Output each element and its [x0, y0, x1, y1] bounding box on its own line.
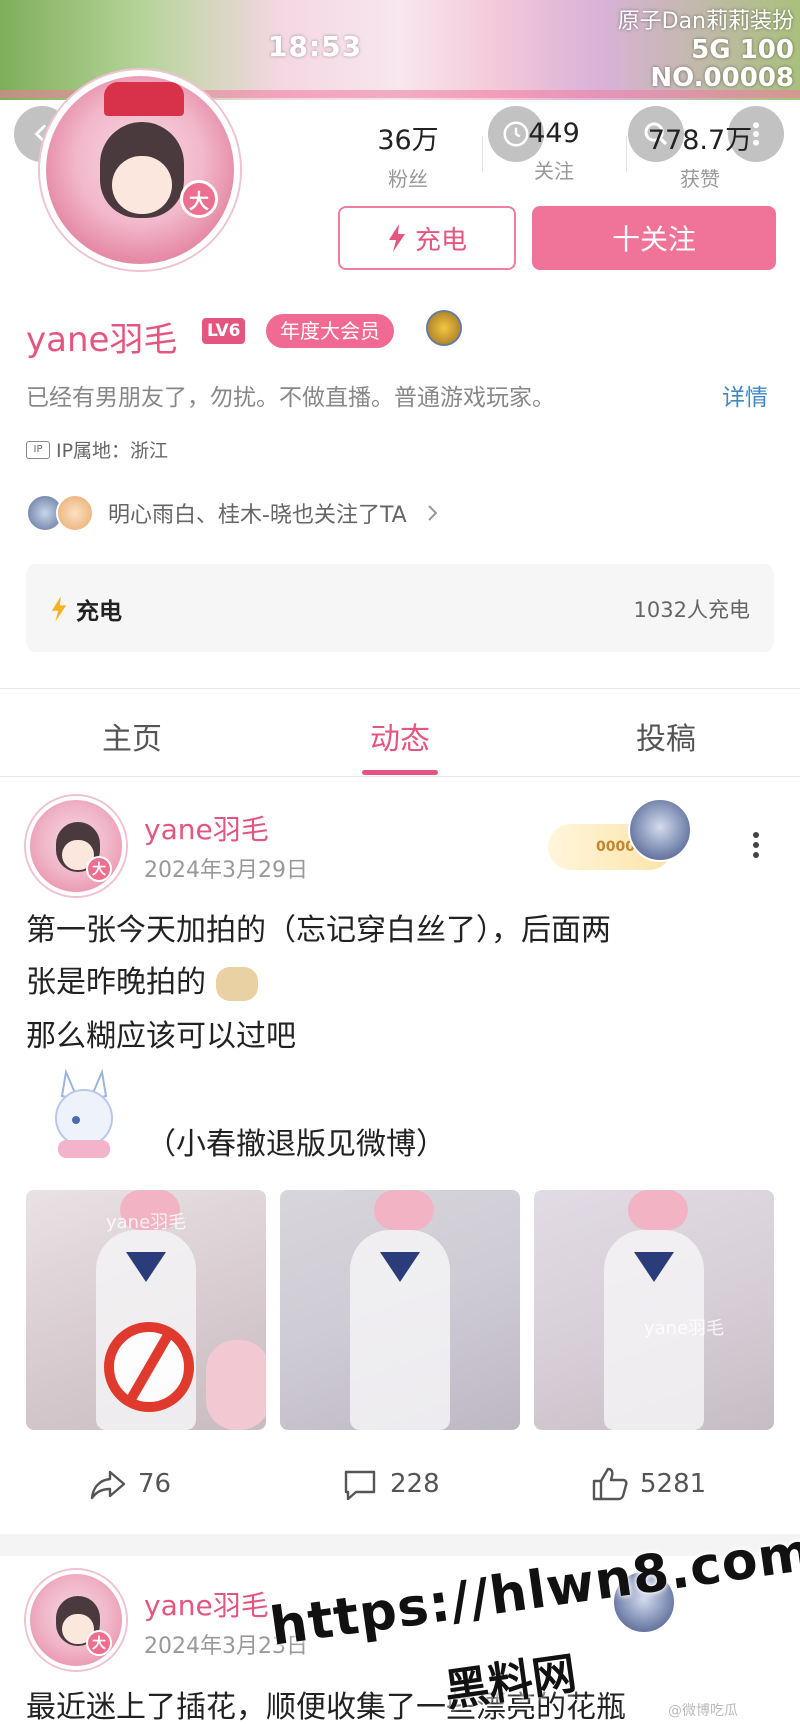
post-image-3[interactable]: yane羽毛	[534, 1190, 774, 1430]
post-image-2[interactable]	[280, 1190, 520, 1430]
like-button[interactable]: 5281	[590, 1464, 706, 1504]
thumbs-up-icon	[592, 1467, 628, 1501]
network-label: 5G	[691, 35, 731, 65]
profile-avatar[interactable]	[40, 70, 240, 270]
stat-divider	[482, 136, 483, 172]
sticker-caption: （小春撤退版见微博）	[146, 1127, 446, 1162]
image-watermark: yane羽毛	[644, 1318, 725, 1339]
post-avatar[interactable]	[26, 796, 126, 896]
share-button[interactable]: 76	[88, 1464, 171, 1504]
follow-button[interactable]: 十关注	[532, 206, 776, 270]
detail-link[interactable]: 详情	[722, 378, 768, 412]
image-watermark: yane羽毛	[106, 1212, 187, 1233]
tab-home[interactable]: 主页	[32, 714, 232, 758]
chevron-right-icon	[428, 505, 438, 521]
sticker-icon	[36, 1066, 132, 1162]
post-text-line: 第一张今天加拍的（忘记穿白丝了），后面两	[26, 913, 611, 948]
stat-following[interactable]: 449 关注	[494, 118, 614, 184]
ip-icon: IP	[26, 440, 50, 459]
lightning-icon	[51, 596, 67, 622]
ip-location-text: IP属地：浙江	[56, 440, 169, 462]
level-badge: LV6	[202, 318, 246, 344]
status-time: 18:53	[268, 30, 363, 63]
tab-indicator	[362, 770, 438, 775]
fans-label: 粉丝	[388, 167, 428, 191]
post-text-line: 张是昨晚拍的	[26, 958, 258, 1008]
medal-icon[interactable]	[426, 310, 462, 346]
corner-watermark: @微博吃瓜	[668, 1703, 738, 1719]
comment-button[interactable]: 228	[340, 1464, 440, 1504]
verified-badge: 大	[180, 180, 218, 218]
stat-likes[interactable]: 778.7万 获赞	[640, 118, 760, 192]
vip-badge[interactable]: 年度大会员	[266, 314, 394, 348]
mutual-follow-text: 明心雨白、桂木-晓也关注了TA	[108, 503, 407, 528]
prohibited-icon	[104, 1322, 194, 1412]
post-text-segment: 张是昨晚拍的	[26, 965, 206, 1000]
charge-card-left: 充电	[50, 592, 122, 626]
likes-count: 778.7万	[647, 125, 753, 156]
more-vertical-icon	[753, 832, 759, 858]
post-avatar[interactable]	[26, 1570, 126, 1670]
bio-text: 已经有男朋友了，勿扰。不做直播。普通游戏玩家。	[26, 385, 555, 411]
following-count: 449	[528, 118, 580, 149]
share-count: 76	[138, 1469, 172, 1499]
following-label: 关注	[534, 159, 574, 183]
mutual-follow-row[interactable]: 明心雨白、桂木-晓也关注了TA	[26, 494, 441, 532]
charge-card-label: 充电	[76, 599, 122, 625]
verified-badge: 大	[86, 1630, 112, 1656]
like-count: 5281	[640, 1469, 707, 1499]
comment-icon	[344, 1470, 376, 1501]
share-icon	[90, 1470, 126, 1500]
avatar-face	[112, 156, 172, 214]
comment-count: 228	[390, 1469, 440, 1499]
post-image-1[interactable]: yane羽毛	[26, 1190, 266, 1430]
charge-button[interactable]: 充电	[338, 206, 516, 270]
stat-divider	[626, 136, 627, 172]
post-date: 2024年3月29日	[144, 858, 308, 883]
post-author[interactable]: yane羽毛	[144, 808, 269, 848]
charge-button-label: 充电	[414, 225, 467, 256]
avatar-bow	[104, 82, 184, 116]
mutual-avatar-2	[56, 494, 94, 532]
fan-badge-character	[628, 798, 692, 862]
section-divider	[0, 688, 800, 689]
tab-dynamic[interactable]: 动态	[300, 714, 500, 758]
charge-count: 1032人充电	[633, 598, 750, 622]
username: yane羽毛	[26, 320, 178, 360]
status-right: 原子Dan莉莉装扮 5G 100 NO.00008	[578, 8, 794, 92]
dog-emoji-icon	[215, 966, 258, 1001]
banner-skin-text: 原子Dan莉莉装扮	[617, 9, 794, 34]
post-more-button[interactable]	[746, 830, 766, 860]
battery-level: 100	[739, 35, 794, 65]
charge-card[interactable]: 充电 1032人充电	[26, 564, 774, 652]
skin-number: NO.00008	[650, 63, 794, 93]
stat-fans[interactable]: 36万 粉丝	[348, 118, 468, 192]
lightning-icon	[388, 224, 405, 252]
ip-location: IP IP属地：浙江	[26, 436, 168, 463]
fans-count: 36万	[377, 125, 439, 156]
post-author[interactable]: yane羽毛	[144, 1584, 269, 1624]
sticker-character	[206, 1340, 266, 1430]
verified-badge: 大	[86, 856, 112, 882]
image-blur	[628, 1190, 688, 1230]
tabs-divider	[0, 776, 800, 777]
image-blur	[374, 1190, 434, 1230]
likes-label: 获赞	[680, 167, 720, 191]
tab-uploads[interactable]: 投稿	[566, 714, 766, 758]
post-text-line: 那么糊应该可以过吧	[26, 1019, 296, 1054]
